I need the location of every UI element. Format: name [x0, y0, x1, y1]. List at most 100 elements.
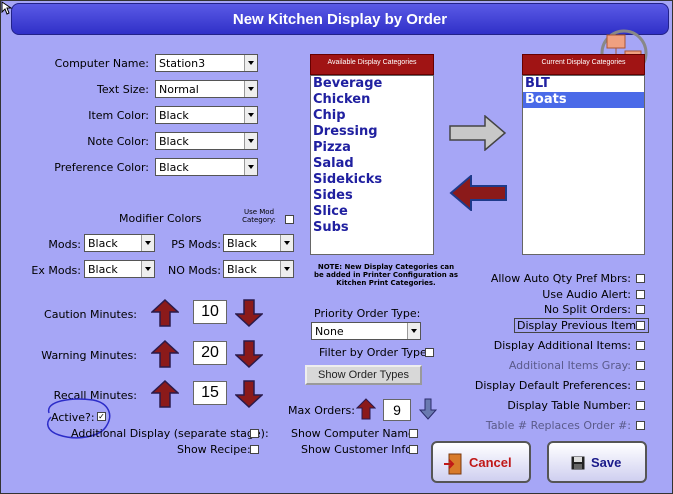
mods-select[interactable]: Black — [84, 234, 155, 252]
chevron-down-icon — [244, 55, 257, 71]
ps-mods-value: Black — [227, 237, 257, 250]
computer-name-select[interactable]: Station3 — [155, 54, 258, 72]
filter-by-order-type-checkbox[interactable] — [425, 348, 434, 357]
display-default-preferences-checkbox[interactable] — [636, 381, 645, 390]
item-color-label: Item Color: — [88, 109, 149, 122]
display-default-preferences-label: Display Default Preferences: — [474, 379, 631, 392]
active-checkbox[interactable]: ✓ — [97, 412, 106, 421]
available-categories-header: Available Display Categories — [310, 54, 434, 75]
use-audio-alert-label: Use Audio Alert: — [542, 288, 631, 301]
arrow-down-icon[interactable] — [235, 340, 263, 368]
show-customer-info-label: Show Customer Info: — [301, 443, 416, 456]
available-categories-list[interactable]: Beverage Chicken Chip Dressing Pizza Sal… — [310, 75, 434, 255]
list-item[interactable]: Chip — [311, 108, 433, 124]
chevron-down-icon — [280, 261, 293, 277]
current-categories-list[interactable]: BLT Boats — [522, 75, 645, 255]
display-table-number-checkbox[interactable] — [636, 401, 645, 410]
note-color-label: Note Color: — [87, 135, 149, 148]
text-size-label: Text Size: — [96, 83, 149, 96]
save-button-label: Save — [591, 455, 622, 470]
arrow-up-icon[interactable] — [356, 398, 376, 420]
allow-auto-qty-checkbox[interactable] — [636, 274, 645, 283]
text-size-select[interactable]: Normal — [155, 80, 258, 98]
priority-order-type-value: None — [315, 325, 344, 338]
arrow-up-icon[interactable] — [151, 340, 179, 368]
ps-mods-select[interactable]: Black — [223, 234, 294, 252]
arrow-up-icon[interactable] — [151, 380, 179, 408]
mouse-cursor-icon — [1, 1, 13, 15]
arrow-left-icon[interactable] — [449, 175, 507, 211]
table-replaces-order-checkbox[interactable] — [636, 421, 645, 430]
additional-items-gray-label: Additional Items Gray: — [508, 359, 631, 372]
use-mod-category-label: Use Mod Category: — [242, 208, 276, 224]
preference-color-label: Preference Color: — [54, 161, 149, 174]
caution-minutes-label: Caution Minutes: — [44, 308, 137, 321]
mods-value: Black — [88, 237, 118, 250]
ex-mods-value: Black — [88, 263, 118, 276]
priority-order-type-label: Priority Order Type: — [314, 307, 421, 320]
show-customer-info-checkbox[interactable] — [409, 445, 418, 454]
title-bar: New Kitchen Display by Order — [11, 3, 669, 35]
display-additional-items-checkbox[interactable] — [636, 341, 645, 350]
caution-minutes-input[interactable]: 10 — [193, 300, 227, 324]
priority-order-type-select[interactable]: None — [311, 322, 421, 340]
show-computer-name-checkbox[interactable] — [409, 429, 418, 438]
additional-display-checkbox[interactable] — [250, 429, 259, 438]
exit-door-icon — [444, 453, 462, 475]
use-audio-alert-checkbox[interactable] — [636, 290, 645, 299]
show-recipe-label: Show Recipe: — [177, 443, 251, 456]
list-item[interactable]: Sidekicks — [311, 172, 433, 188]
no-split-orders-label: No Split Orders: — [543, 303, 631, 316]
computer-name-value: Station3 — [159, 57, 206, 70]
no-mods-select[interactable]: Black — [223, 260, 294, 278]
list-item[interactable]: Slice — [311, 204, 433, 220]
list-item[interactable]: BLT — [523, 76, 644, 92]
chevron-down-icon — [244, 159, 257, 175]
preference-color-select[interactable]: Black — [155, 158, 258, 176]
list-item[interactable]: Subs — [311, 220, 433, 236]
arrow-right-icon[interactable] — [449, 115, 507, 151]
no-split-orders-checkbox[interactable] — [636, 305, 645, 314]
chevron-down-icon — [280, 235, 293, 251]
display-previous-items-checkbox[interactable] — [636, 321, 645, 330]
arrow-down-icon[interactable] — [235, 380, 263, 408]
no-mods-value: Black — [227, 263, 257, 276]
window-title: New Kitchen Display by Order — [232, 11, 448, 28]
cancel-button-label: Cancel — [469, 455, 512, 470]
max-orders-input[interactable]: 9 — [383, 399, 411, 421]
list-item[interactable]: Beverage — [311, 76, 433, 92]
warning-minutes-label: Warning Minutes: — [41, 349, 137, 362]
additional-items-gray-checkbox[interactable] — [636, 361, 645, 370]
list-item-selected[interactable]: Boats — [523, 92, 644, 108]
note-color-select[interactable]: Black — [155, 132, 258, 150]
chevron-down-icon — [244, 133, 257, 149]
modifier-colors-label: Modifier Colors — [119, 212, 202, 225]
show-order-types-button[interactable]: Show Order Types — [305, 365, 422, 385]
item-color-value: Black — [159, 109, 189, 122]
current-categories-header: Current Display Categories — [522, 54, 645, 75]
allow-auto-qty-label: Allow Auto Qty Pref Mbrs: — [490, 272, 631, 285]
display-table-number-label: Display Table Number: — [507, 399, 631, 412]
arrow-down-icon[interactable] — [419, 398, 437, 420]
chevron-down-icon — [244, 81, 257, 97]
show-recipe-checkbox[interactable] — [250, 445, 259, 454]
cancel-button[interactable]: Cancel — [431, 441, 531, 483]
text-size-value: Normal — [159, 83, 199, 96]
list-item[interactable]: Pizza — [311, 140, 433, 156]
filter-by-order-type-label: Filter by Order Type: — [319, 346, 431, 359]
ex-mods-select[interactable]: Black — [84, 260, 155, 278]
arrow-down-icon[interactable] — [235, 299, 263, 327]
warning-minutes-input[interactable]: 20 — [193, 341, 227, 365]
list-item[interactable]: Sides — [311, 188, 433, 204]
list-item[interactable]: Chicken — [311, 92, 433, 108]
item-color-select[interactable]: Black — [155, 106, 258, 124]
list-item[interactable]: Dressing — [311, 124, 433, 140]
arrow-up-icon[interactable] — [151, 299, 179, 327]
recall-minutes-input[interactable]: 15 — [193, 381, 227, 405]
computer-name-label: Computer Name: — [54, 57, 149, 70]
preference-color-value: Black — [159, 161, 189, 174]
use-mod-category-checkbox[interactable] — [285, 215, 294, 224]
list-item[interactable]: Salad — [311, 156, 433, 172]
kitchen-display-window: New Kitchen Display by Order Computer Na… — [0, 0, 673, 494]
save-button[interactable]: Save — [547, 441, 647, 483]
